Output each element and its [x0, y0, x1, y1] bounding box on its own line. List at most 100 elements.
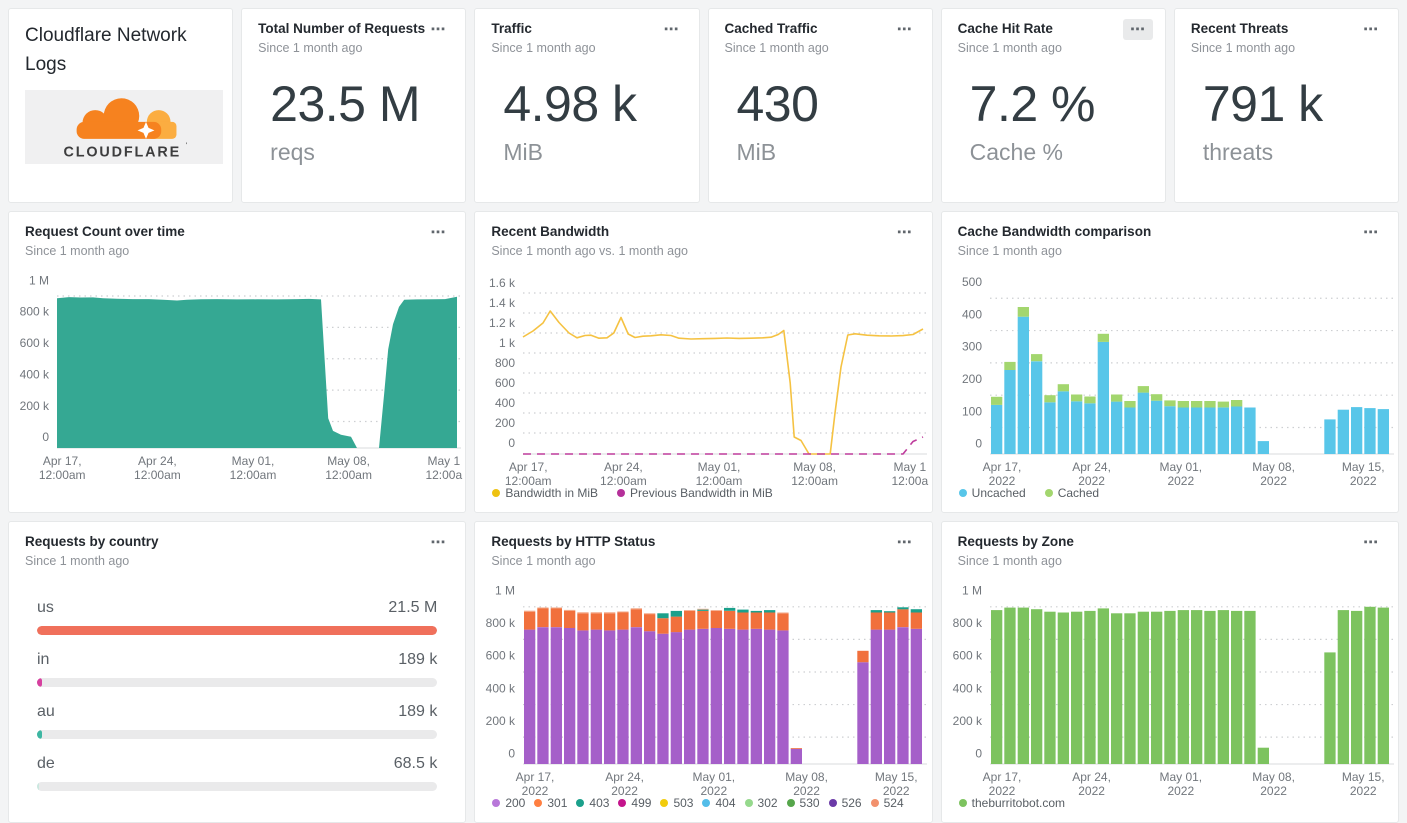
stat-body: 23.5 M reqs [242, 55, 465, 202]
panel-subtitle: Since 1 month ago [957, 554, 1062, 568]
stat-body: 4.98 k MiB [475, 55, 698, 202]
country-bar-fill [37, 782, 39, 791]
svg-text:600 k: 600 k [20, 336, 50, 350]
top-row: Cloudflare Network Logs CLOUDFLARE ' Tot… [8, 8, 1399, 203]
panel-cache-bandwidth: Cache Bandwidth comparison Since 1 month… [940, 211, 1399, 513]
legend-item-bandwidth-in-mib[interactable]: Bandwidth in MiB [492, 486, 598, 500]
country-value: 189 k [398, 651, 438, 668]
legend-label: 530 [799, 796, 820, 810]
panel-title[interactable]: Cache Hit Rate [958, 21, 1053, 36]
legend-item-503[interactable]: 503 [660, 796, 693, 810]
panel-title[interactable]: Requests by Zone [958, 534, 1074, 549]
country-value: 21.5 M [388, 599, 438, 616]
svg-text:1 M: 1 M [495, 584, 515, 598]
legend-item-200[interactable]: 200 [492, 796, 525, 810]
svg-text:1.4 k: 1.4 k [489, 296, 516, 310]
legend-label: Cached [1057, 486, 1100, 500]
legend-item-301[interactable]: 301 [534, 796, 567, 810]
legend-item-530[interactable]: 530 [786, 796, 820, 810]
panel-menu-icon[interactable]: ⋯ [423, 222, 453, 243]
request-count-chart: 0 200 k 400 k 600 k 800 k1 M Apr 17, 12:00am Ap… [9, 258, 465, 512]
svg-text:800: 800 [495, 356, 515, 370]
svg-text:Apr 24,: Apr 24, [1072, 460, 1111, 474]
svg-text:400 k: 400 k [952, 681, 982, 695]
svg-text:400: 400 [495, 396, 515, 410]
svg-text:400 k: 400 k [20, 367, 50, 381]
panel-menu-icon[interactable]: ⋯ [1356, 532, 1386, 553]
panel-title[interactable]: Requests by HTTP Status [491, 534, 655, 549]
legend-dot-icon [870, 799, 879, 807]
svg-text:May 08,: May 08, [794, 460, 837, 474]
legend-label: 404 [715, 796, 736, 810]
svg-text:Apr 24,: Apr 24, [138, 454, 177, 468]
stat-unit: MiB [736, 139, 777, 165]
panel-dashboard-logo: Cloudflare Network Logs CLOUDFLARE ' [8, 8, 234, 203]
panel-menu-icon[interactable]: ⋯ [423, 532, 453, 553]
legend-item-526[interactable]: 526 [828, 796, 862, 810]
svg-text:12:00am: 12:00am [134, 468, 181, 482]
country-bar-fill [37, 626, 438, 635]
svg-text:May 01,: May 01, [232, 454, 275, 468]
legend-item-403[interactable]: 403 [576, 796, 609, 810]
legend-item-theburritobot.com[interactable]: theburritobot.com [958, 796, 1066, 810]
legend-item-cached[interactable]: Cached [1044, 486, 1100, 500]
svg-text:800 k: 800 k [952, 616, 982, 630]
panel-requests-by-http-status: Requests by HTTP Status Since 1 month ag… [474, 521, 933, 823]
legend-item-previous-bandwidth-in-mib[interactable]: Previous Bandwidth in MiB [617, 486, 773, 500]
legend-dot-icon [660, 799, 669, 807]
svg-text:May 01,: May 01, [1159, 460, 1202, 474]
panel-title[interactable]: Cached Traffic [725, 21, 818, 36]
panel-subtitle: Since 1 month ago [25, 244, 130, 258]
panel-title[interactable]: Total Number of Requests [258, 21, 425, 36]
country-label: in [37, 651, 50, 668]
panel-menu-icon[interactable]: ⋯ [423, 19, 453, 40]
svg-text:Apr 17,: Apr 17, [43, 454, 82, 468]
panel-menu-icon[interactable]: ⋯ [657, 19, 687, 40]
panel-title[interactable]: Request Count over time [25, 224, 185, 239]
panel-subtitle: Since 1 month ago [724, 41, 829, 55]
legend-label: 302 [757, 796, 778, 810]
svg-text:May 15,: May 15, [1342, 770, 1385, 784]
panel-title[interactable]: Requests by country [25, 534, 159, 549]
panel-menu-icon[interactable]: ⋯ [1122, 19, 1153, 40]
legend-item-524[interactable]: 524 [870, 796, 904, 810]
panel-request-count: Request Count over time Since 1 month ag… [8, 211, 467, 513]
legend-item-404[interactable]: 404 [702, 796, 736, 810]
panel-menu-icon[interactable]: ⋯ [1356, 222, 1386, 243]
svg-text:600 k: 600 k [952, 649, 982, 663]
panel-subtitle: Since 1 month ago [1190, 41, 1296, 55]
stat-unit: Cache % [969, 139, 1063, 165]
panel-recent-bandwidth: Recent Bandwidth Since 1 month ago vs. 1… [474, 211, 933, 513]
legend-item-499[interactable]: 499 [618, 796, 651, 810]
svg-text:May 1: May 1 [427, 454, 460, 468]
country-label: de [37, 755, 55, 772]
panel-title[interactable]: Traffic [491, 21, 532, 36]
svg-text:1 M: 1 M [962, 584, 982, 598]
legend-label: theburritobot.com [971, 796, 1066, 810]
panel-subtitle: Since 1 month ago vs. 1 month ago [491, 244, 688, 258]
panel-menu-icon[interactable]: ⋯ [1356, 19, 1386, 40]
stat-value: 7.2 % [969, 76, 1096, 132]
stat-unit: threats [1202, 139, 1274, 165]
country-row-de: de 68.5 k [37, 755, 438, 791]
legend-item-302[interactable]: 302 [744, 796, 778, 810]
stat-unit: MiB [503, 139, 543, 165]
panel-subtitle: Since 1 month ago [258, 41, 363, 55]
stat-value: 23.5 M [270, 76, 421, 132]
panel-title[interactable]: Cache Bandwidth comparison [958, 224, 1152, 239]
panel-menu-icon[interactable]: ⋯ [890, 19, 920, 40]
stat-value: 4.98 k [503, 76, 637, 132]
svg-text:1.6 k: 1.6 k [489, 276, 516, 290]
panel-menu-icon[interactable]: ⋯ [890, 532, 920, 553]
panel-title[interactable]: Recent Threats [1191, 21, 1289, 36]
panel-cache-hit-rate: Cache Hit Rate Since 1 month ago ⋯ 7.2 %… [940, 8, 1166, 203]
stat-value: 430 [736, 76, 819, 132]
country-row-au: au 189 k [37, 703, 438, 739]
legend-item-uncached[interactable]: Uncached [958, 486, 1026, 500]
stat-unit: reqs [270, 139, 315, 165]
panel-title[interactable]: Recent Bandwidth [491, 224, 609, 239]
country-bar-track [37, 626, 438, 635]
panel-menu-icon[interactable]: ⋯ [890, 222, 920, 243]
stat-value: 791 k [1202, 76, 1323, 132]
legend-label: 503 [673, 796, 694, 810]
